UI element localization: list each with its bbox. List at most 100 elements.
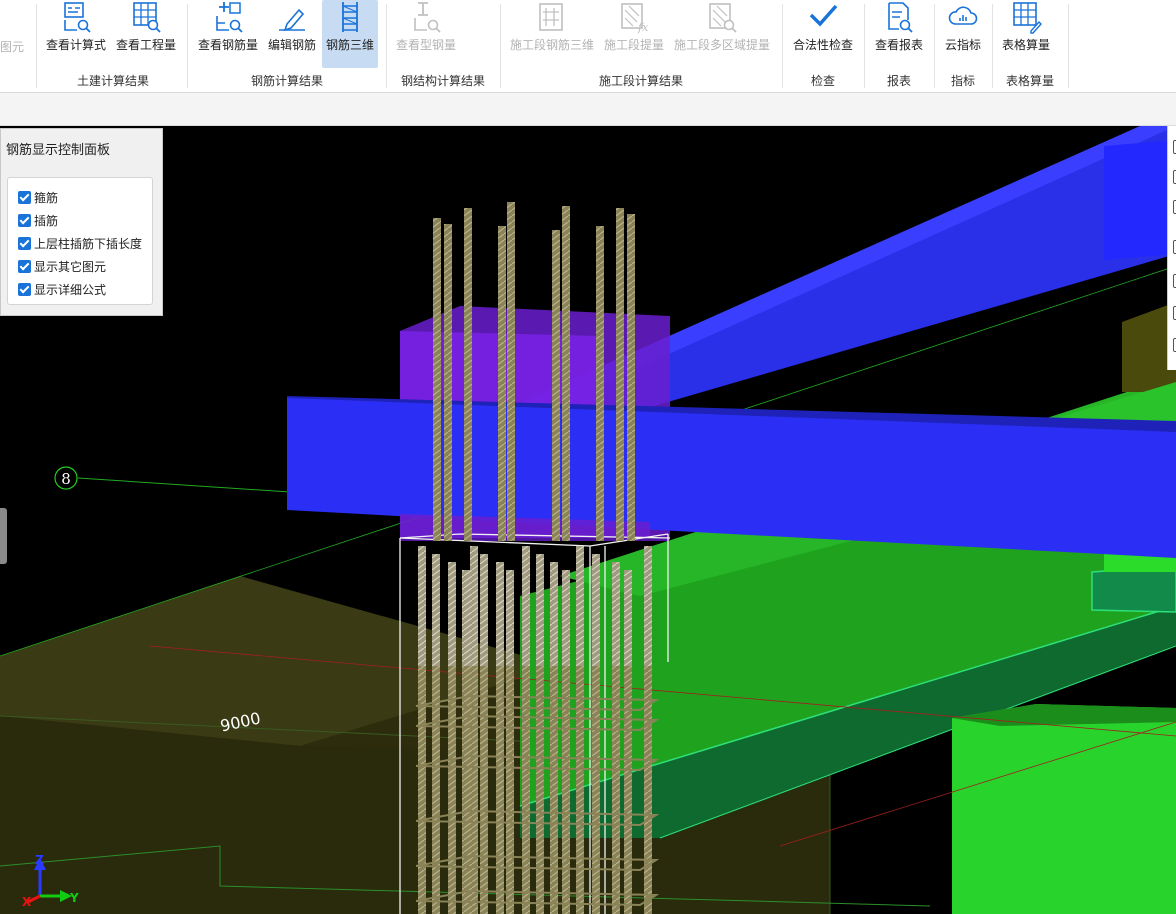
back-blue-beam-end (1104, 140, 1176, 260)
group-label-stage: 施工段计算结果 (598, 74, 683, 88)
rebar-bar (464, 208, 472, 541)
option-upper-dowel-length[interactable]: 上层柱插筋下插长度 (18, 234, 142, 252)
stage-multi-extract-label: 施工段多区域提量 (673, 38, 770, 52)
table-edit-icon (1013, 2, 1042, 34)
rebar-bar-lower (462, 666, 470, 914)
view-rebar-qty-button[interactable]: 查看钢筋量 (196, 0, 260, 68)
rebar-bar-lower (418, 666, 426, 914)
formula-search-icon (64, 2, 91, 33)
rebar-3d-label: 钢筋三维 (325, 38, 374, 52)
svg-text:fx: fx (637, 21, 649, 34)
cloud-index-button[interactable]: 云指标 (940, 0, 986, 68)
rebar-search-icon (216, 2, 243, 33)
option-show-other-elements[interactable]: 显示其它图元 (18, 257, 106, 275)
stirrup-checkbox[interactable] (18, 190, 31, 204)
pencil-icon (279, 8, 305, 32)
rebar-bar-lower (470, 666, 478, 914)
group-label-civil: 土建计算结果 (76, 74, 149, 88)
view-report-label: 查看报表 (874, 38, 923, 52)
ribbon-toolbar: 图元 查看计算式 查看工程量 查看钢筋量 编辑钢筋 钢筋三维 查看型钢量 施工段… (0, 0, 1176, 93)
rebar-bar-lower (592, 666, 600, 914)
rebar-bar-lower (480, 666, 488, 914)
legal-check-label: 合法性检查 (792, 38, 853, 52)
stage-fx-icon: fx (621, 3, 649, 34)
3d-viewport[interactable]: 8 9000 Z Y X (0, 126, 1176, 914)
rebar-bar (498, 226, 506, 541)
steel-search-icon (414, 2, 441, 33)
panel-options-box: 箍筋 插筋 上层柱插筋下插长度 显示其它图元 显示详细公式 (7, 177, 153, 305)
rebar-bar-lower (550, 666, 558, 914)
view-steel-qty-button[interactable]: 查看型钢量 (394, 0, 458, 68)
view-formula-label: 查看计算式 (45, 38, 106, 52)
axis-x-label: X (22, 895, 32, 909)
rebar-bar (616, 208, 624, 541)
upper-dowel-length-label: 上层柱插筋下插长度 (34, 236, 143, 251)
panel-title: 钢筋显示控制面板 (6, 143, 111, 158)
ribbon-separator (1068, 4, 1069, 88)
stage-rebar-icon (539, 3, 563, 31)
upper-dowel-length-checkbox[interactable] (18, 236, 31, 250)
rebar-bar-lower (576, 666, 584, 914)
rebar-bar-lower (624, 666, 632, 914)
dowel-label: 插筋 (34, 213, 59, 228)
show-other-elements-label: 显示其它图元 (34, 259, 107, 274)
secondary-toolbar (0, 93, 1176, 126)
rebar-bar-lower (496, 666, 504, 914)
option-dowel[interactable]: 插筋 (18, 211, 58, 229)
option-stirrup[interactable]: 箍筋 (18, 188, 58, 206)
grid-line-8 (77, 477, 291, 493)
view-formula-button[interactable]: 查看计算式 (44, 0, 108, 68)
group-label-check: 检查 (810, 74, 835, 88)
rebar-bar-lower (448, 666, 456, 914)
right-tool-strip (1167, 126, 1176, 370)
grid-axis-number: 8 (61, 470, 71, 488)
rebar-bar-lower (522, 666, 530, 914)
cloud-chart-icon (948, 6, 978, 25)
rebar-3d-button[interactable]: 钢筋三维 (322, 0, 378, 68)
green-column-block (952, 704, 1176, 914)
report-search-icon (888, 2, 913, 33)
rebar-display-control-panel: 钢筋显示控制面板 箍筋 插筋 上层柱插筋下插长度 显示其它图元 显示详细公式 (0, 128, 163, 316)
rebar-bar-lower (536, 666, 544, 914)
view-quantity-button[interactable]: 查看工程量 (114, 0, 178, 68)
rebar-bar (562, 206, 570, 541)
stirrup-label: 箍筋 (34, 190, 59, 205)
stage-rebar-3d-label: 施工段钢筋三维 (509, 38, 594, 52)
dowel-checkbox[interactable] (18, 213, 31, 227)
show-detailed-formula-label: 显示详细公式 (34, 282, 107, 297)
option-show-detailed-formula[interactable]: 显示详细公式 (18, 280, 106, 298)
view-report-button[interactable]: 查看报表 (872, 0, 926, 68)
stage-rebar-3d-button[interactable]: 施工段钢筋三维 (508, 0, 596, 68)
group-label-report: 报表 (886, 74, 911, 88)
table-calc-button[interactable]: 表格算量 (998, 0, 1054, 68)
rebar-3d-icon (342, 2, 358, 32)
3d-scene[interactable]: 8 9000 Z Y X (0, 126, 1176, 914)
stage-extract-button[interactable]: fx 施工段提量 (602, 0, 666, 68)
rebar-bar-lower (562, 666, 570, 914)
rebar-bar (433, 218, 441, 541)
rebar-bar (444, 224, 452, 541)
ribbon-cutoff-label[interactable]: 图元 (0, 38, 24, 55)
stage-extract-label: 施工段提量 (603, 38, 664, 52)
rebar-bar-lower (612, 666, 620, 914)
legal-check-button[interactable]: 合法性检查 (790, 0, 856, 68)
rebar-bar (627, 214, 635, 541)
check-icon (809, 4, 838, 27)
group-label-steel: 钢结构计算结果 (400, 74, 485, 88)
rebar-bar (552, 230, 560, 541)
view-steel-qty-label: 查看型钢量 (395, 38, 456, 52)
edit-rebar-label: 编辑钢筋 (267, 38, 316, 52)
side-collapse-handle[interactable] (0, 508, 7, 564)
show-detailed-formula-checkbox[interactable] (18, 282, 31, 296)
edit-rebar-button[interactable]: 编辑钢筋 (264, 0, 320, 68)
ribbon-separator (36, 4, 37, 88)
table-calc-label: 表格算量 (1001, 38, 1050, 52)
axis-y-label: Y (69, 891, 79, 905)
view-quantity-label: 查看工程量 (115, 38, 176, 52)
stage-multi-extract-button[interactable]: 施工段多区域提量 (672, 0, 772, 68)
show-other-elements-checkbox[interactable] (18, 259, 31, 273)
teal-small-beam (1091, 565, 1176, 613)
view-rebar-qty-label: 查看钢筋量 (197, 38, 258, 52)
rebar-bar-lower (506, 666, 514, 914)
grid-search-icon (133, 2, 161, 33)
